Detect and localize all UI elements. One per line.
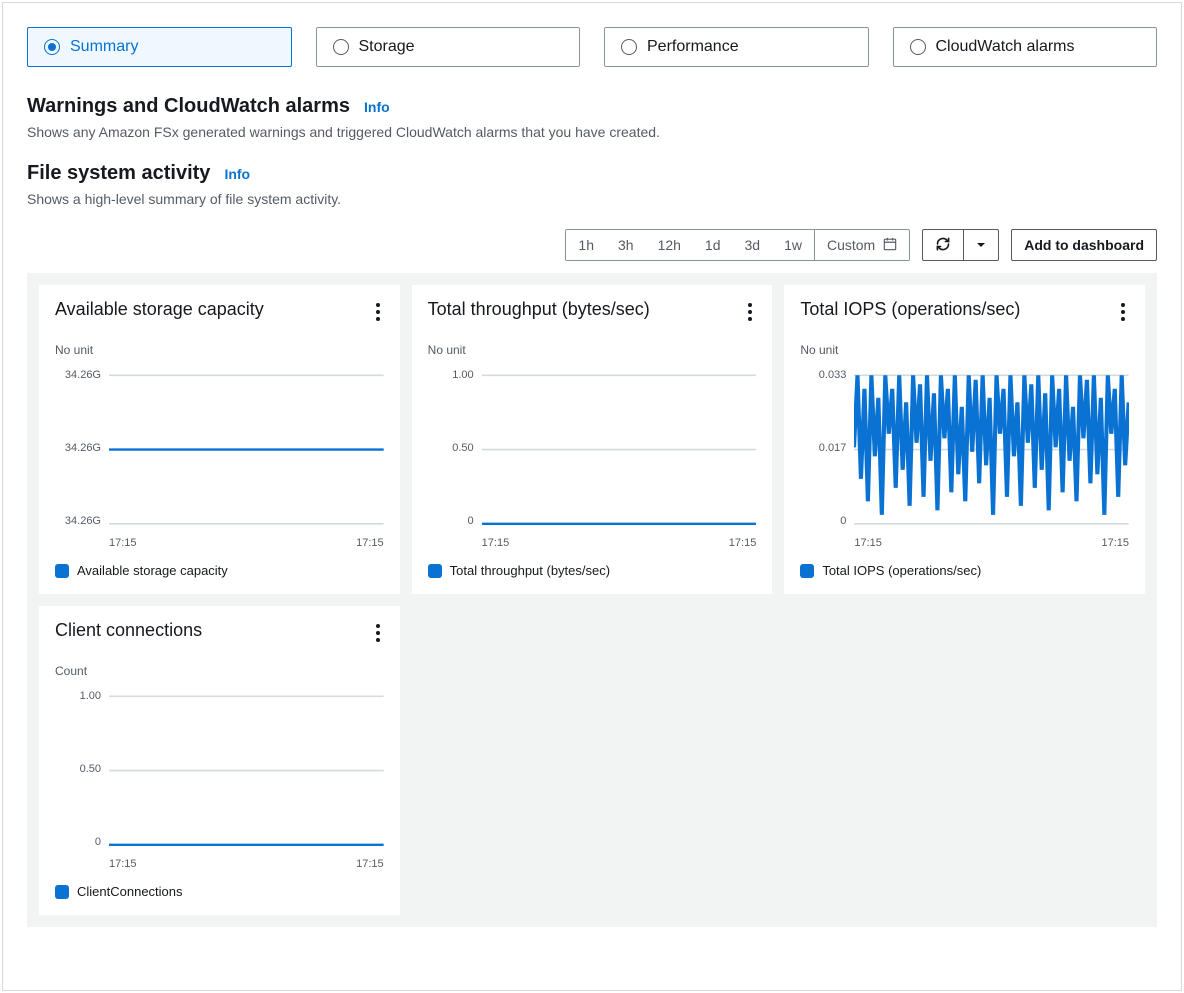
range-3d[interactable]: 3d [733,230,773,260]
warnings-desc: Shows any Amazon FSx generated warnings … [27,124,1157,140]
add-to-dashboard-button[interactable]: Add to dashboard [1011,229,1157,261]
range-custom[interactable]: Custom [814,230,909,260]
card-menu-button[interactable] [372,620,384,646]
warnings-title: Warnings and CloudWatch alarms [27,95,350,118]
range-custom-label: Custom [827,237,875,253]
activity-title: File system activity [27,162,210,185]
legend-label: ClientConnections [77,884,183,899]
tab-label: Summary [70,38,138,56]
legend-swatch [55,564,69,578]
y-tick: 34.26G [55,369,101,381]
legend-label: Total IOPS (operations/sec) [822,563,981,578]
warnings-title-row: Warnings and CloudWatch alarms Info [27,95,1157,118]
radio-icon [910,39,926,55]
chart-unit: No unit [55,343,384,357]
y-tick: 1.00 [55,690,101,702]
range-1d[interactable]: 1d [693,230,733,260]
y-tick: 0 [55,836,101,848]
y-tick: 34.26G [55,515,101,527]
range-3h[interactable]: 3h [606,230,646,260]
dashboard-grid: Available storage capacity No unit 34.26… [27,273,1157,927]
chart-throughput: 1.00 0.50 0 17:15 17:15 [428,369,757,549]
x-tick: 17:15 [356,858,384,870]
refresh-button-group [922,229,999,261]
card-title: Client connections [55,620,202,641]
activity-desc: Shows a high-level summary of file syste… [27,191,1157,207]
chart-legend: Available storage capacity [55,563,384,578]
x-tick: 17:15 [482,537,510,549]
card-title: Total IOPS (operations/sec) [800,299,1020,320]
x-tick: 17:15 [729,537,757,549]
chart-legend: ClientConnections [55,884,384,899]
radio-icon [44,39,60,55]
chart-iops: 0.033 0.017 0 17:15 17:15 [800,369,1129,549]
tab-label: Performance [647,38,739,56]
tab-performance[interactable]: Performance [604,27,869,67]
legend-swatch [800,564,814,578]
tab-cloudwatch-alarms[interactable]: CloudWatch alarms [893,27,1158,67]
chart-unit: No unit [428,343,757,357]
chart-storage: 34.26G 34.26G 34.26G 17:15 17:15 [55,369,384,549]
card-menu-button[interactable] [372,299,384,325]
y-tick: 0 [428,515,474,527]
tab-label: CloudWatch alarms [936,38,1075,56]
y-tick: 1.00 [428,369,474,381]
x-tick: 17:15 [1101,537,1129,549]
range-1h[interactable]: 1h [566,230,606,260]
card-title: Available storage capacity [55,299,264,320]
legend-label: Available storage capacity [77,563,228,578]
range-12h[interactable]: 12h [646,230,693,260]
calendar-icon [883,237,897,254]
radio-icon [621,39,637,55]
chart-clients: 1.00 0.50 0 17:15 17:15 [55,690,384,870]
y-tick: 34.26G [55,442,101,454]
range-1w[interactable]: 1w [772,230,814,260]
card-available-storage: Available storage capacity No unit 34.26… [39,285,400,594]
refresh-icon [935,236,951,255]
refresh-button[interactable] [922,229,964,261]
x-tick: 17:15 [109,858,137,870]
refresh-menu-button[interactable] [964,229,999,261]
card-title: Total throughput (bytes/sec) [428,299,650,320]
chart-toolbar: 1h 3h 12h 1d 3d 1w Custom [27,229,1157,261]
y-tick: 0.017 [800,442,846,454]
legend-swatch [428,564,442,578]
chart-legend: Total IOPS (operations/sec) [800,563,1129,578]
info-link[interactable]: Info [364,99,390,115]
y-tick: 0.50 [428,442,474,454]
time-range-selector: 1h 3h 12h 1d 3d 1w Custom [565,229,910,261]
legend-swatch [55,885,69,899]
chart-unit: No unit [800,343,1129,357]
y-tick: 0.50 [55,763,101,775]
radio-icon [333,39,349,55]
x-tick: 17:15 [109,537,137,549]
caret-down-icon [976,237,986,253]
card-total-throughput: Total throughput (bytes/sec) No unit 1.0… [412,285,773,594]
tab-bar: Summary Storage Performance CloudWatch a… [27,27,1157,67]
x-tick: 17:15 [854,537,882,549]
card-menu-button[interactable] [744,299,756,325]
info-link[interactable]: Info [224,166,250,182]
activity-title-row: File system activity Info [27,162,1157,185]
card-client-connections: Client connections Count 1.00 0.50 0 [39,606,400,915]
tab-storage[interactable]: Storage [316,27,581,67]
x-tick: 17:15 [356,537,384,549]
monitoring-panel: Summary Storage Performance CloudWatch a… [2,2,1182,991]
card-menu-button[interactable] [1117,299,1129,325]
y-tick: 0.033 [800,369,846,381]
card-total-iops: Total IOPS (operations/sec) No unit 0.03… [784,285,1145,594]
legend-label: Total throughput (bytes/sec) [450,563,610,578]
tab-label: Storage [359,38,415,56]
y-tick: 0 [800,515,846,527]
chart-unit: Count [55,664,384,678]
tab-summary[interactable]: Summary [27,27,292,67]
chart-legend: Total throughput (bytes/sec) [428,563,757,578]
